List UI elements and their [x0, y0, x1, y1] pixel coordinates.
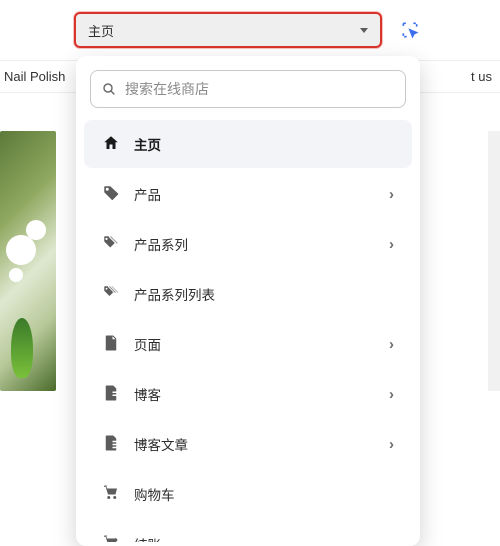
inspect-button[interactable]: [394, 14, 426, 46]
checkout-icon: [102, 534, 120, 543]
page-dropdown: 主页产品 › 产品系列 › 产品系列列表页面 › 博客 › 博客文章 › 购物车结账: [76, 56, 420, 546]
menu-item-cart[interactable]: 购物车: [84, 470, 412, 518]
menu-item-tag[interactable]: 产品 ›: [84, 170, 412, 218]
blog-post-icon: [102, 434, 120, 455]
menu-item-blog[interactable]: 博客 ›: [84, 370, 412, 418]
blog-icon: [102, 384, 120, 405]
nav-item-right[interactable]: t us: [471, 69, 500, 84]
chevron-down-icon: [360, 28, 368, 33]
menu-item-label: 购物车: [134, 484, 175, 504]
menu-item-label: 博客文章: [134, 434, 188, 454]
menu-item-checkout[interactable]: 结账: [84, 520, 412, 542]
menu-list[interactable]: 主页产品 › 产品系列 › 产品系列列表页面 › 博客 › 博客文章 › 购物车结账: [76, 118, 420, 542]
nav-item-left[interactable]: Nail Polish: [0, 69, 65, 84]
search-field[interactable]: [90, 70, 406, 108]
menu-item-page[interactable]: 页面 ›: [84, 320, 412, 368]
cart-icon: [102, 484, 120, 505]
menu-item-label: 结账: [134, 534, 161, 542]
chevron-right-icon: ›: [389, 436, 394, 453]
menu-item-label: 产品系列: [134, 234, 188, 254]
collections-list-icon: [102, 284, 120, 305]
menu-item-label: 页面: [134, 334, 161, 354]
menu-item-home[interactable]: 主页: [84, 120, 412, 168]
menu-item-label: 产品: [134, 184, 161, 204]
menu-item-collection[interactable]: 产品系列 ›: [84, 220, 412, 268]
tag-icon: [102, 184, 120, 205]
menu-item-blog-post[interactable]: 博客文章 ›: [84, 420, 412, 468]
chevron-right-icon: ›: [389, 386, 394, 403]
menu-item-label: 博客: [134, 384, 161, 404]
page-selector[interactable]: 主页: [74, 12, 382, 48]
page-selector-label: 主页: [88, 21, 114, 40]
search-wrap: [76, 66, 420, 118]
top-bar: 主页: [0, 0, 500, 60]
home-icon: [102, 134, 120, 155]
menu-item-collections-list[interactable]: 产品系列列表: [84, 270, 412, 318]
hero-image: [0, 131, 56, 391]
chevron-right-icon: ›: [389, 236, 394, 253]
search-input[interactable]: [125, 81, 395, 97]
chevron-right-icon: ›: [389, 336, 394, 353]
side-panel: [488, 131, 500, 391]
collection-icon: [102, 234, 120, 255]
page-icon: [102, 334, 120, 355]
chevron-right-icon: ›: [389, 186, 394, 203]
selection-cursor-icon: [400, 20, 420, 40]
menu-item-label: 主页: [134, 134, 161, 154]
menu-item-label: 产品系列列表: [134, 284, 215, 304]
search-icon: [101, 81, 117, 97]
